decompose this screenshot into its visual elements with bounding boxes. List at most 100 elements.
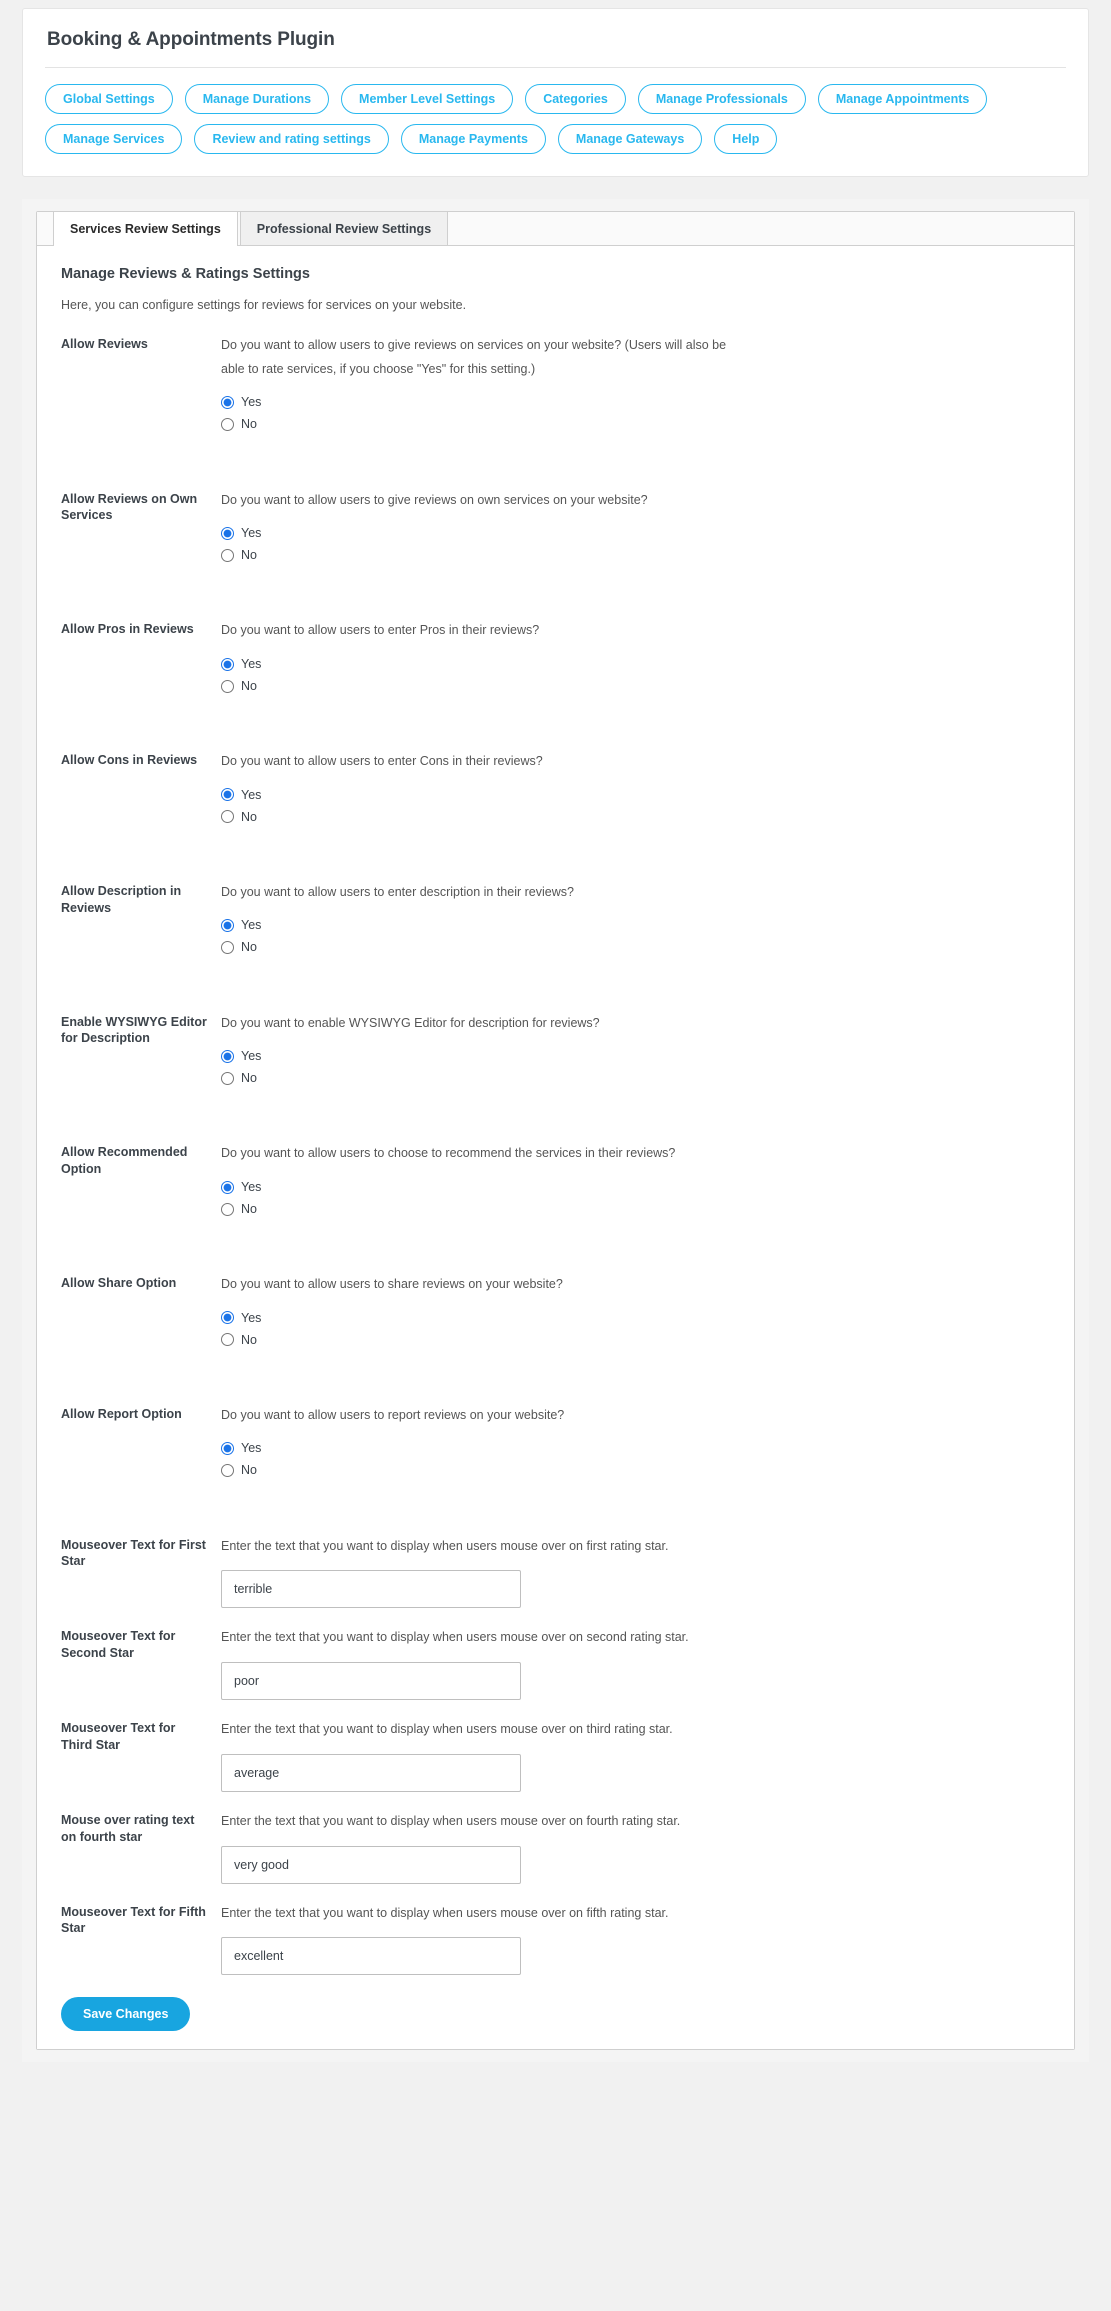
radio-option-no[interactable]: No xyxy=(221,807,1050,827)
nav-button-review-and-rating-settings[interactable]: Review and rating settings xyxy=(194,124,389,154)
tab-professional-review-settings[interactable]: Professional Review Settings xyxy=(239,211,449,245)
setting-label: Allow Report Option xyxy=(61,1406,182,1421)
radio-label-yes[interactable]: Yes xyxy=(241,527,261,540)
radio-input-yes[interactable] xyxy=(221,396,234,409)
radio-input-no[interactable] xyxy=(221,941,234,954)
setting-row: Allow Report Option Do you want to allow … xyxy=(61,1404,1050,1483)
nav-button-help[interactable]: Help xyxy=(714,124,778,154)
radio-input-yes[interactable] xyxy=(221,657,234,671)
radio-option-no[interactable]: No xyxy=(221,1068,1050,1088)
radio-label-no[interactable]: No xyxy=(241,680,257,693)
radio-label-yes[interactable]: Yes xyxy=(241,1181,261,1194)
setting-row: Mouseover Text for Fifth Star Enter the t… xyxy=(61,1902,1050,1976)
radio-option-no[interactable]: No xyxy=(221,545,1050,565)
radio-input-no[interactable] xyxy=(221,418,234,431)
radio-option-no[interactable]: No xyxy=(221,938,1050,958)
nav-button-manage-appointments[interactable]: Manage Appointments xyxy=(817,84,988,114)
radio-label-no[interactable]: No xyxy=(241,1464,257,1477)
radio-option-yes[interactable]: Yes xyxy=(221,1177,1050,1197)
radio-label-no[interactable]: No xyxy=(241,549,257,562)
setting-field: Do you want to allow users to choose to … xyxy=(209,1142,1050,1221)
radio-input-no[interactable] xyxy=(221,1464,234,1477)
radio-option-yes[interactable]: Yes xyxy=(221,1046,1050,1066)
nav-button-manage-professionals[interactable]: Manage Professionals xyxy=(637,84,806,114)
nav-button-manage-durations[interactable]: Manage Durations xyxy=(184,84,330,114)
nav-button-member-level-settings[interactable]: Member Level Settings xyxy=(341,84,514,114)
setting-label: Allow Recommended Option xyxy=(61,1145,188,1177)
setting-description: Enter the text that you want to display … xyxy=(221,1630,689,1645)
radio-label-no[interactable]: No xyxy=(241,941,257,954)
radio-option-yes[interactable]: Yes xyxy=(221,916,1050,936)
radio-label-no[interactable]: No xyxy=(241,1072,257,1085)
nav-button-global-settings[interactable]: Global Settings xyxy=(45,84,173,114)
radio-group: Yes No xyxy=(221,393,1050,435)
radio-option-no[interactable]: No xyxy=(221,415,1050,435)
radio-option-yes[interactable]: Yes xyxy=(221,654,1050,674)
radio-label-yes[interactable]: Yes xyxy=(241,788,261,802)
radio-input-yes[interactable] xyxy=(221,1049,234,1063)
radio-input-yes[interactable] xyxy=(221,1442,234,1455)
setting-label: Allow Cons in Reviews xyxy=(61,753,198,767)
save-changes-button[interactable]: Save Changes xyxy=(61,1997,191,2032)
radio-input-no[interactable] xyxy=(221,548,234,562)
radio-option-yes[interactable]: Yes xyxy=(221,785,1050,805)
text-input-average[interactable] xyxy=(221,1753,521,1792)
row-spacer xyxy=(61,1352,1050,1404)
setting-field: Do you want to allow users to give revie… xyxy=(209,489,1050,568)
radio-label-no[interactable]: No xyxy=(241,1203,257,1216)
nav-button-manage-gateways[interactable]: Manage Gateways xyxy=(557,124,703,154)
radio-label-yes[interactable]: Yes xyxy=(241,396,261,409)
radio-input-yes[interactable] xyxy=(221,1311,234,1325)
radio-input-no[interactable] xyxy=(221,810,234,824)
text-input-very-good[interactable] xyxy=(221,1845,521,1884)
radio-group: Yes No xyxy=(221,1308,1050,1350)
setting-row: Mouse over rating text on fourth star Ent… xyxy=(61,1810,1050,1884)
text-input-terrible[interactable] xyxy=(221,1570,521,1609)
radio-label-no[interactable]: No xyxy=(241,418,257,431)
radio-group: Yes No xyxy=(221,654,1050,696)
radio-option-no[interactable]: No xyxy=(221,1461,1050,1481)
radio-option-no[interactable]: No xyxy=(221,1330,1050,1350)
radio-input-no[interactable] xyxy=(221,679,234,693)
radio-label-no[interactable]: No xyxy=(241,1333,257,1347)
radio-input-yes[interactable] xyxy=(221,1180,234,1194)
settings-tabs: Services Review Settings Professional Rev… xyxy=(37,211,1074,246)
text-input-excellent[interactable] xyxy=(221,1937,521,1976)
setting-row: Enable WYSIWYG Editor for Description Do … xyxy=(61,1012,1050,1091)
radio-input-yes[interactable] xyxy=(221,919,234,932)
radio-input-yes[interactable] xyxy=(221,788,234,802)
radio-label-yes[interactable]: Yes xyxy=(241,919,261,932)
radio-input-no[interactable] xyxy=(221,1202,234,1216)
radio-label-yes[interactable]: Yes xyxy=(241,1050,261,1063)
nav-button-manage-payments[interactable]: Manage Payments xyxy=(400,124,546,154)
radio-option-yes[interactable]: Yes xyxy=(221,523,1050,543)
radio-label-yes[interactable]: Yes xyxy=(241,1442,261,1455)
setting-field: Enter the text that you want to display … xyxy=(209,1535,1050,1609)
radio-option-yes[interactable]: Yes xyxy=(221,1439,1050,1459)
tab-services-review-settings[interactable]: Services Review Settings xyxy=(53,211,238,246)
row-spacer xyxy=(61,1700,1050,1718)
nav-button-manage-services[interactable]: Manage Services xyxy=(45,124,183,154)
radio-input-no[interactable] xyxy=(221,1333,234,1347)
radio-option-no[interactable]: No xyxy=(221,676,1050,696)
radio-option-yes[interactable]: Yes xyxy=(221,1308,1050,1328)
setting-description: Do you want to allow users to give revie… xyxy=(221,492,648,507)
radio-label-no[interactable]: No xyxy=(241,810,257,824)
row-spacer xyxy=(61,960,1050,1012)
radio-input-no[interactable] xyxy=(221,1071,234,1085)
setting-label: Mouseover Text for Fifth Star xyxy=(61,1904,206,1936)
setting-row: Allow Description in Reviews Do you want … xyxy=(61,881,1050,960)
radio-option-no[interactable]: No xyxy=(221,1199,1050,1219)
settings-panel-wrapper: Services Review Settings Professional Rev… xyxy=(22,199,1089,2063)
nav-button-categories[interactable]: Categories xyxy=(525,84,626,114)
text-input-poor[interactable] xyxy=(221,1662,521,1700)
radio-label-yes[interactable]: Yes xyxy=(241,1311,261,1325)
radio-option-yes[interactable]: Yes xyxy=(221,393,1050,413)
setting-field: Enter the text that you want to display … xyxy=(209,1626,1050,1700)
radio-input-yes[interactable] xyxy=(221,526,234,540)
setting-label: Allow Reviews on Own Services xyxy=(61,491,198,523)
radio-label-yes[interactable]: Yes xyxy=(241,658,261,671)
panel-subheading: Here, you can configure settings for rev… xyxy=(61,298,467,312)
row-spacer xyxy=(61,698,1050,750)
setting-row: Allow Share Option Do you want to allow u… xyxy=(61,1273,1050,1352)
